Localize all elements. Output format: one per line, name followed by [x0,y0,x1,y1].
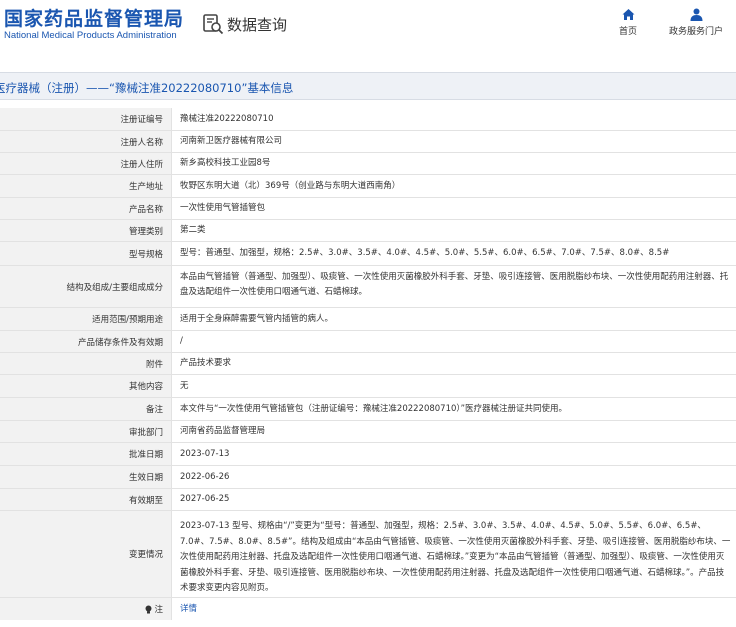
table-row: 变更情况 2023-07-13 型号、规格由“/”变更为“型号：普通型、加强型，… [0,511,736,598]
table-row: 注册人住所 新乡高校科技工业园8号 [0,153,736,175]
table-row: 备注 本文件与“一次性使用气管插管包（注册证编号：豫械注准20222080710… [0,398,736,421]
row-value: 详情 [180,598,732,620]
row-label: 备注 [0,398,172,420]
row-label: 附件 [0,353,172,374]
note-label: 注 [154,605,163,615]
bulb-icon [145,605,152,613]
row-label: 生效日期 [0,466,172,488]
site-header: 国家药品监督管理局 National Medical Products Admi… [0,0,736,50]
row-value: 本文件与“一次性使用气管插管包（注册证编号：豫械注准20222080710）”医… [180,403,568,414]
row-label: 注 [0,598,172,620]
table-row: 其他内容 无 [0,375,736,398]
logo-title-cn[interactable]: 国家药品监督管理局 [4,4,184,31]
page-title-bar: 医疗器械（注册）——“豫械注准20222080710”基本信息 [0,72,736,100]
logo-title-en[interactable]: National Medical Products Administration [4,30,177,41]
nav-gov-service-label: 政务服务门户 [668,27,723,37]
row-value: 第二类 [180,225,206,235]
row-value: 河南省药品监督管理局 [180,426,266,436]
row-label: 管理类别 [0,220,172,241]
page-title: 医疗器械（注册）——“豫械注准20222080710”基本信息 [0,81,294,95]
row-label: 变更情况 [0,511,172,597]
row-value: 河南新卫医疗器械有限公司 [180,136,283,146]
row-label: 结构及组成/主要组成成分 [0,266,172,307]
data-query-link[interactable]: 数据查询 [202,12,287,36]
home-icon [622,9,634,20]
table-row: 产品名称 一次性使用气管插管包 [0,198,736,220]
row-label: 型号规格 [0,242,172,265]
user-icon [690,8,702,21]
row-value: 本品由气管插管（普通型、加强型）、吸痰管、一次性使用灭菌橡胶外科手套、牙垫、吸引… [180,272,729,297]
table-row: 注册人名称 河南新卫医疗器械有限公司 [0,131,736,153]
row-label: 注册人名称 [0,131,172,152]
table-row: 附件 产品技术要求 [0,353,736,375]
table-row: 管理类别 第二类 [0,220,736,242]
row-value: / [180,336,183,346]
table-row: 注 详情 [0,598,736,620]
row-label: 注册人住所 [0,153,172,174]
row-value: 2023-07-13 [180,448,230,459]
table-row: 适用范围/预期用途 适用于全身麻醉需要气管内插管的病人。 [0,308,736,331]
details-link[interactable]: 详情 [180,602,197,617]
row-label: 适用范围/预期用途 [0,308,172,330]
row-value: 2022-06-26 [180,471,230,482]
table-row: 生效日期 2022-06-26 [0,466,736,489]
row-label: 注册证编号 [0,108,172,130]
table-row: 结构及组成/主要组成成分 本品由气管插管（普通型、加强型）、吸痰管、一次性使用灭… [0,266,736,308]
row-value: 型号：普通型、加强型，规格：2.5#、3.0#、3.5#、4.0#、4.5#、5… [180,248,670,258]
row-value: 豫械注准20222080710 [180,113,274,124]
row-label: 生产地址 [0,175,172,197]
row-value: 一次性使用气管插管包 [180,203,266,213]
table-row: 审批部门 河南省药品监督管理局 [0,421,736,443]
row-value: 适用于全身麻醉需要气管内插管的病人。 [180,313,334,324]
nav-home-label: 首页 [618,27,637,37]
row-value: 新乡高校科技工业园8号 [180,158,271,168]
row-value: 2027-06-25 [180,494,230,504]
table-row: 型号规格 型号：普通型、加强型，规格：2.5#、3.0#、3.5#、4.0#、4… [0,242,736,266]
row-label: 其他内容 [0,375,172,397]
nav-gov-service[interactable]: 政务服务门户 [660,8,732,37]
table-row: 产品储存条件及有效期 / [0,331,736,353]
row-label: 产品储存条件及有效期 [0,331,172,352]
data-query-label: 数据查询 [227,15,288,34]
row-value: 无 [180,380,189,391]
row-value: 2023-07-13 型号、规格由“/”变更为“型号：普通型、加强型，规格：2.… [180,521,731,594]
row-label: 有效期至 [0,489,172,510]
row-value: 牧野区东明大道（北）369号（创业路与东明大道西南角） [180,180,401,191]
row-label: 批准日期 [0,443,172,465]
table-row: 注册证编号 豫械注准20222080710 [0,108,736,131]
table-row: 有效期至 2027-06-25 [0,489,736,511]
table-row: 生产地址 牧野区东明大道（北）369号（创业路与东明大道西南角） [0,175,736,198]
row-label: 审批部门 [0,421,172,442]
nav-home[interactable]: 首页 [612,8,644,37]
row-label: 产品名称 [0,198,172,219]
table-row: 批准日期 2023-07-13 [0,443,736,466]
data-search-icon [203,14,224,35]
row-value: 产品技术要求 [180,358,232,368]
